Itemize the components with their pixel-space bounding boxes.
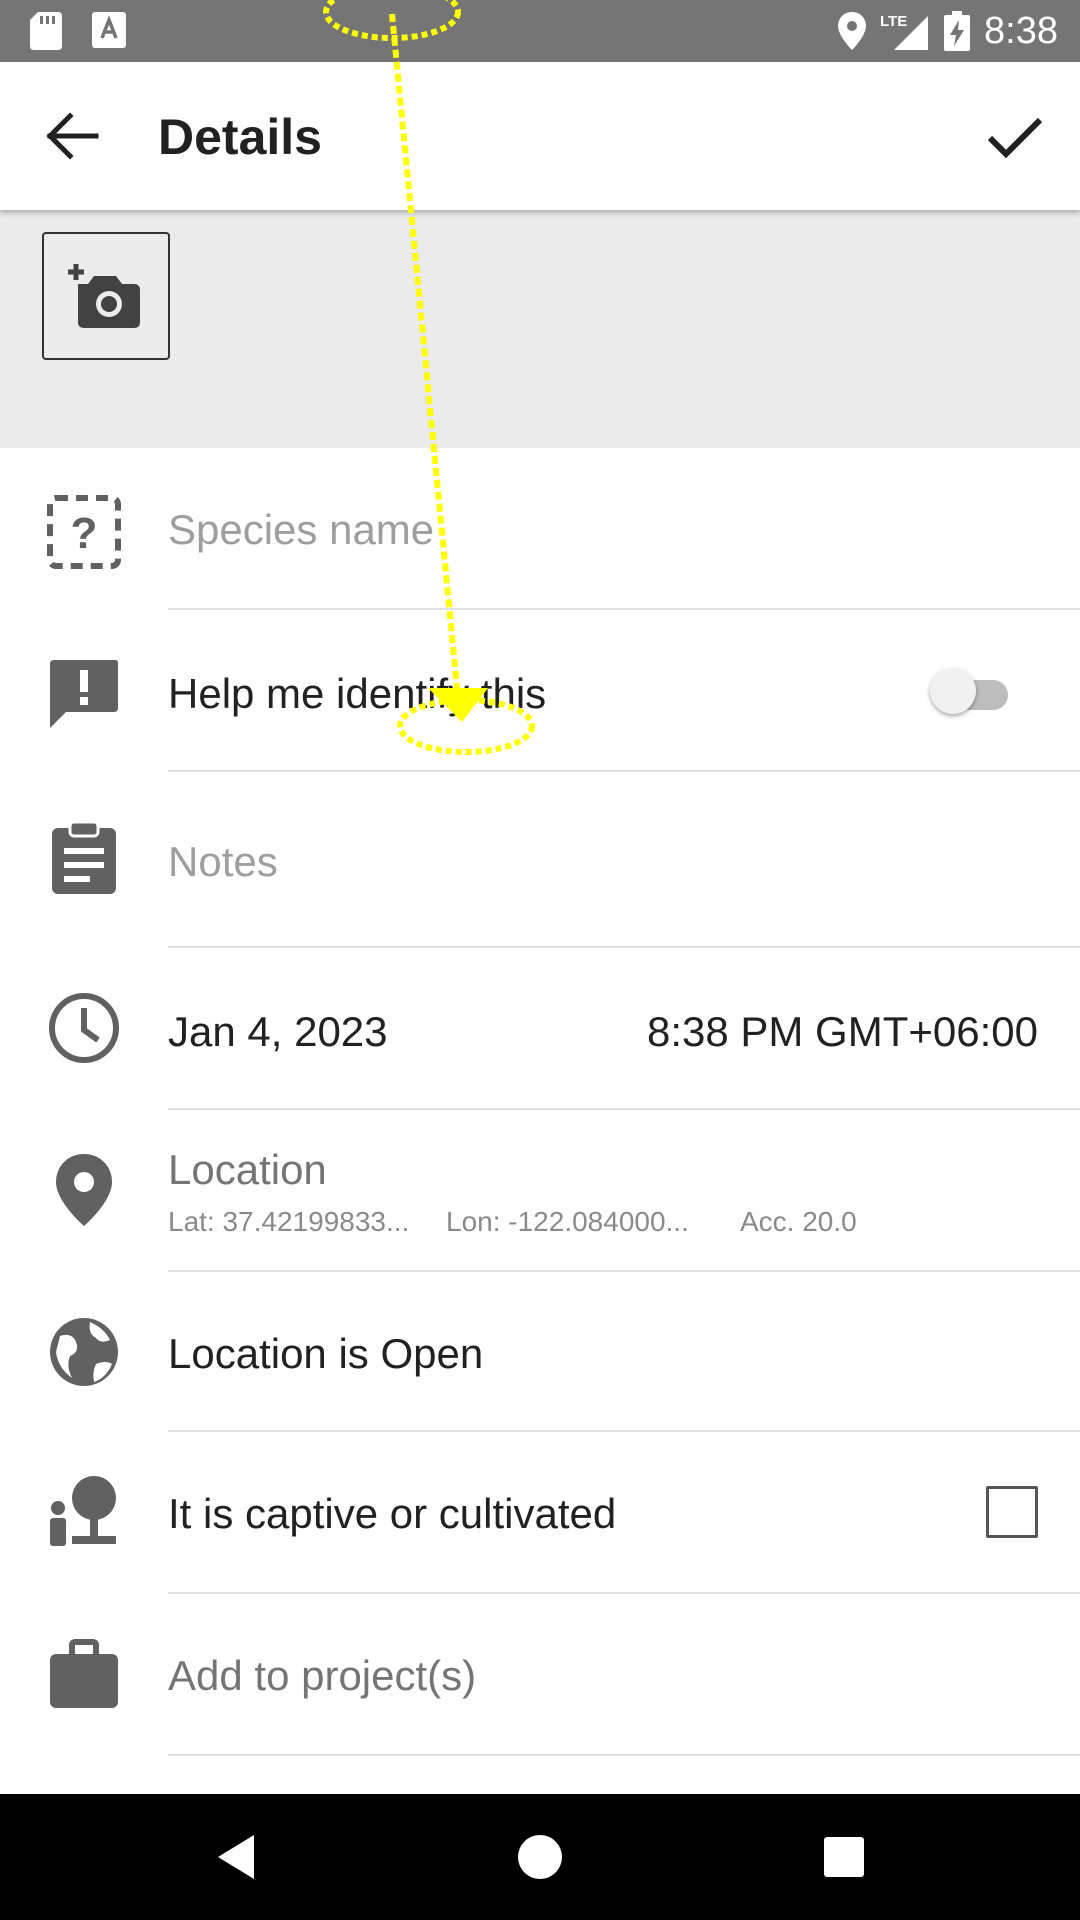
battery-charging-icon xyxy=(944,11,971,51)
briefcase-icon xyxy=(50,1639,118,1708)
check-icon xyxy=(987,117,1043,159)
geoprivacy-label: Location is Open xyxy=(168,1330,484,1377)
location-pin-icon xyxy=(838,12,867,50)
datetime-row: Jan 4, 2023 8:38 PM GMT+06:00 xyxy=(0,948,1080,1110)
svg-text:LTE: LTE xyxy=(880,13,907,30)
unknown-species-icon: ? xyxy=(47,495,121,569)
nav-back-icon[interactable] xyxy=(206,1827,266,1887)
help-identify-row[interactable]: Help me identify this xyxy=(0,610,1080,772)
signal-icon: LTE xyxy=(880,13,929,50)
help-identify-label: Help me identify this xyxy=(168,670,547,717)
clipboard-icon xyxy=(52,820,116,894)
status-time: 8:38 xyxy=(984,9,1058,52)
captive-checkbox[interactable] xyxy=(986,1486,1038,1538)
notes-input[interactable]: Notes xyxy=(168,838,278,886)
add-to-projects-field[interactable]: Add to project(s) xyxy=(168,1652,476,1700)
location-longitude: Lon: -122.084000... xyxy=(446,1206,689,1237)
confirm-button[interactable] xyxy=(980,102,1050,172)
captive-label: It is captive or cultivated xyxy=(168,1490,617,1537)
keyboard-a-icon xyxy=(92,12,126,48)
captive-row[interactable]: It is captive or cultivated xyxy=(0,1432,1080,1594)
sd-card-icon xyxy=(30,12,62,50)
feedback-alert-icon xyxy=(50,660,118,728)
date-field[interactable]: Jan 4, 2023 xyxy=(168,1008,388,1056)
navigation-bar xyxy=(0,1794,1080,1920)
back-button[interactable] xyxy=(38,106,108,166)
species-name-input[interactable]: Species name xyxy=(168,506,434,554)
time-field[interactable]: 8:38 PM GMT+06:00 xyxy=(647,1008,1038,1056)
location-latitude: Lat: 37.42199833... xyxy=(168,1206,410,1237)
photo-area xyxy=(0,210,1080,448)
nav-home-icon[interactable] xyxy=(510,1827,570,1887)
add-photo-button[interactable] xyxy=(42,232,170,360)
captive-cultivated-icon xyxy=(50,1476,116,1546)
notes-row[interactable]: Notes xyxy=(0,772,1080,948)
species-row[interactable]: ? Species name xyxy=(0,448,1080,610)
location-row[interactable]: Location Lat: 37.42199833... Lon: -122.0… xyxy=(0,1110,1080,1272)
globe-icon xyxy=(50,1318,118,1386)
location-pin-icon xyxy=(56,1154,112,1226)
divider xyxy=(168,1754,1080,1756)
page-title: Details xyxy=(158,109,322,165)
location-label: Location xyxy=(168,1146,327,1193)
geoprivacy-row[interactable]: Location is Open xyxy=(0,1272,1080,1432)
location-accuracy: Acc. 20.0 xyxy=(740,1206,857,1237)
nav-recents-icon[interactable] xyxy=(814,1827,874,1887)
help-identify-switch[interactable] xyxy=(930,662,1010,718)
arrow-back-icon xyxy=(46,112,99,160)
add-a-photo-icon xyxy=(68,264,140,328)
svg-text:?: ? xyxy=(71,509,98,558)
app-bar: Details xyxy=(0,62,1080,210)
status-bar: LTE 8:38 xyxy=(0,0,1080,62)
projects-row[interactable]: Add to project(s) xyxy=(0,1594,1080,1756)
clock-icon xyxy=(49,993,119,1063)
switch-thumb xyxy=(930,668,976,714)
